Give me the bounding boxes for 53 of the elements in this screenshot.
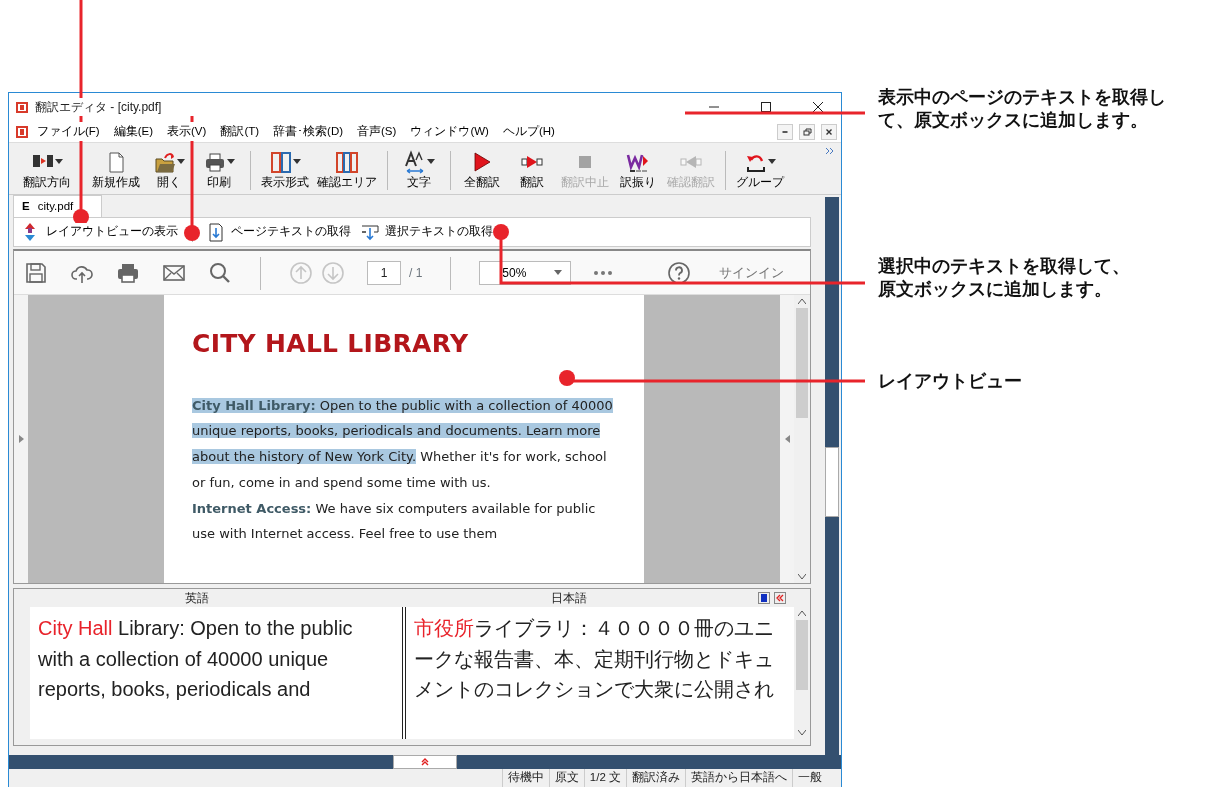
paragraph: City Hall Library: Open to the public with a collection of 40000 unique reports, books, periodicals and documents. Learn more about the history of New York City. Whether it's for work, school or fun, come in and spend some time with us. (192, 396, 614, 492)
close-icon (811, 100, 825, 114)
toolbar-button[interactable]: 翻訳方向 (19, 145, 75, 194)
scroll-right-icon (784, 435, 790, 443)
scroll-left-icon (18, 435, 24, 443)
callout-text: 選択中のテキストを取得して、原文ボックスに追加します。 (878, 255, 1130, 301)
save-button[interactable] (24, 260, 48, 285)
minimize-icon (709, 106, 719, 108)
source-text[interactable]: City Hall Library: Open to the public with a collection of 40000 unique reports, books, periodicals and (30, 607, 402, 739)
translated-text[interactable]: 市役所ライブラリ：４００００冊のユニークな報告書、本、定期刊行物とドキュメントのコレクションで大衆に公開され (406, 607, 794, 739)
arrow-down-circle-icon (321, 260, 345, 285)
status-field: 1/2 文 (583, 769, 626, 787)
expand-handle[interactable] (825, 447, 839, 517)
status-field: 待機中 (501, 769, 549, 787)
maximize-icon (759, 100, 773, 114)
more-button[interactable] (593, 270, 614, 275)
status-field: 英語から日本語へ (685, 769, 792, 787)
app-logo-icon (15, 100, 29, 114)
callout-text: レイアウトビュー (878, 370, 1023, 393)
callout-text: 表示中のページのテキストを取得して、原文ボックスに追加します。 (878, 86, 1167, 132)
sign-in-link[interactable]: サインイン (713, 261, 790, 284)
page-total: / 1 (409, 264, 423, 282)
caret-icon (554, 270, 563, 275)
zoom-dropdown[interactable]: 50% (479, 260, 572, 285)
column-header: 英語 (185, 591, 209, 605)
book-icon (758, 592, 770, 604)
double-chevron-icon (774, 592, 786, 604)
scroll-down-icon (798, 574, 806, 579)
more-icon (593, 270, 614, 275)
status-field: 翻訳済み (626, 769, 685, 787)
paragraph: Internet Access: We have six computers available for public use with Internet access. Feel free to use them (192, 499, 597, 544)
help-button[interactable] (667, 260, 691, 285)
scrollbar[interactable] (794, 295, 810, 583)
document-tab[interactable]: E city.pdf (13, 195, 103, 217)
search-button[interactable] (208, 260, 232, 285)
help-icon (667, 260, 691, 285)
status-field: 原文 (548, 769, 584, 787)
save-icon (24, 260, 48, 285)
search-icon (208, 260, 232, 285)
page-heading: CITY HALL LIBRARY (192, 328, 470, 360)
app-logo-icon (15, 124, 29, 139)
scroll-up-icon (798, 611, 806, 616)
toolbar-button[interactable]: 開く (144, 145, 194, 194)
scroll-down-icon (798, 730, 806, 735)
scroll-up-icon (798, 299, 806, 304)
status-field: 一般 (792, 769, 827, 787)
arrow-up-circle-icon (289, 260, 313, 285)
toolbar-button[interactable]: 新規作成 (88, 145, 144, 194)
splitter-handle[interactable] (393, 755, 457, 769)
double-chevron-icon (421, 758, 429, 766)
page-number-field[interactable]: 1 (367, 260, 401, 285)
window-title: 翻訳エディタ - [city.pdf] (35, 98, 685, 116)
column-header: 日本語 (551, 591, 587, 605)
